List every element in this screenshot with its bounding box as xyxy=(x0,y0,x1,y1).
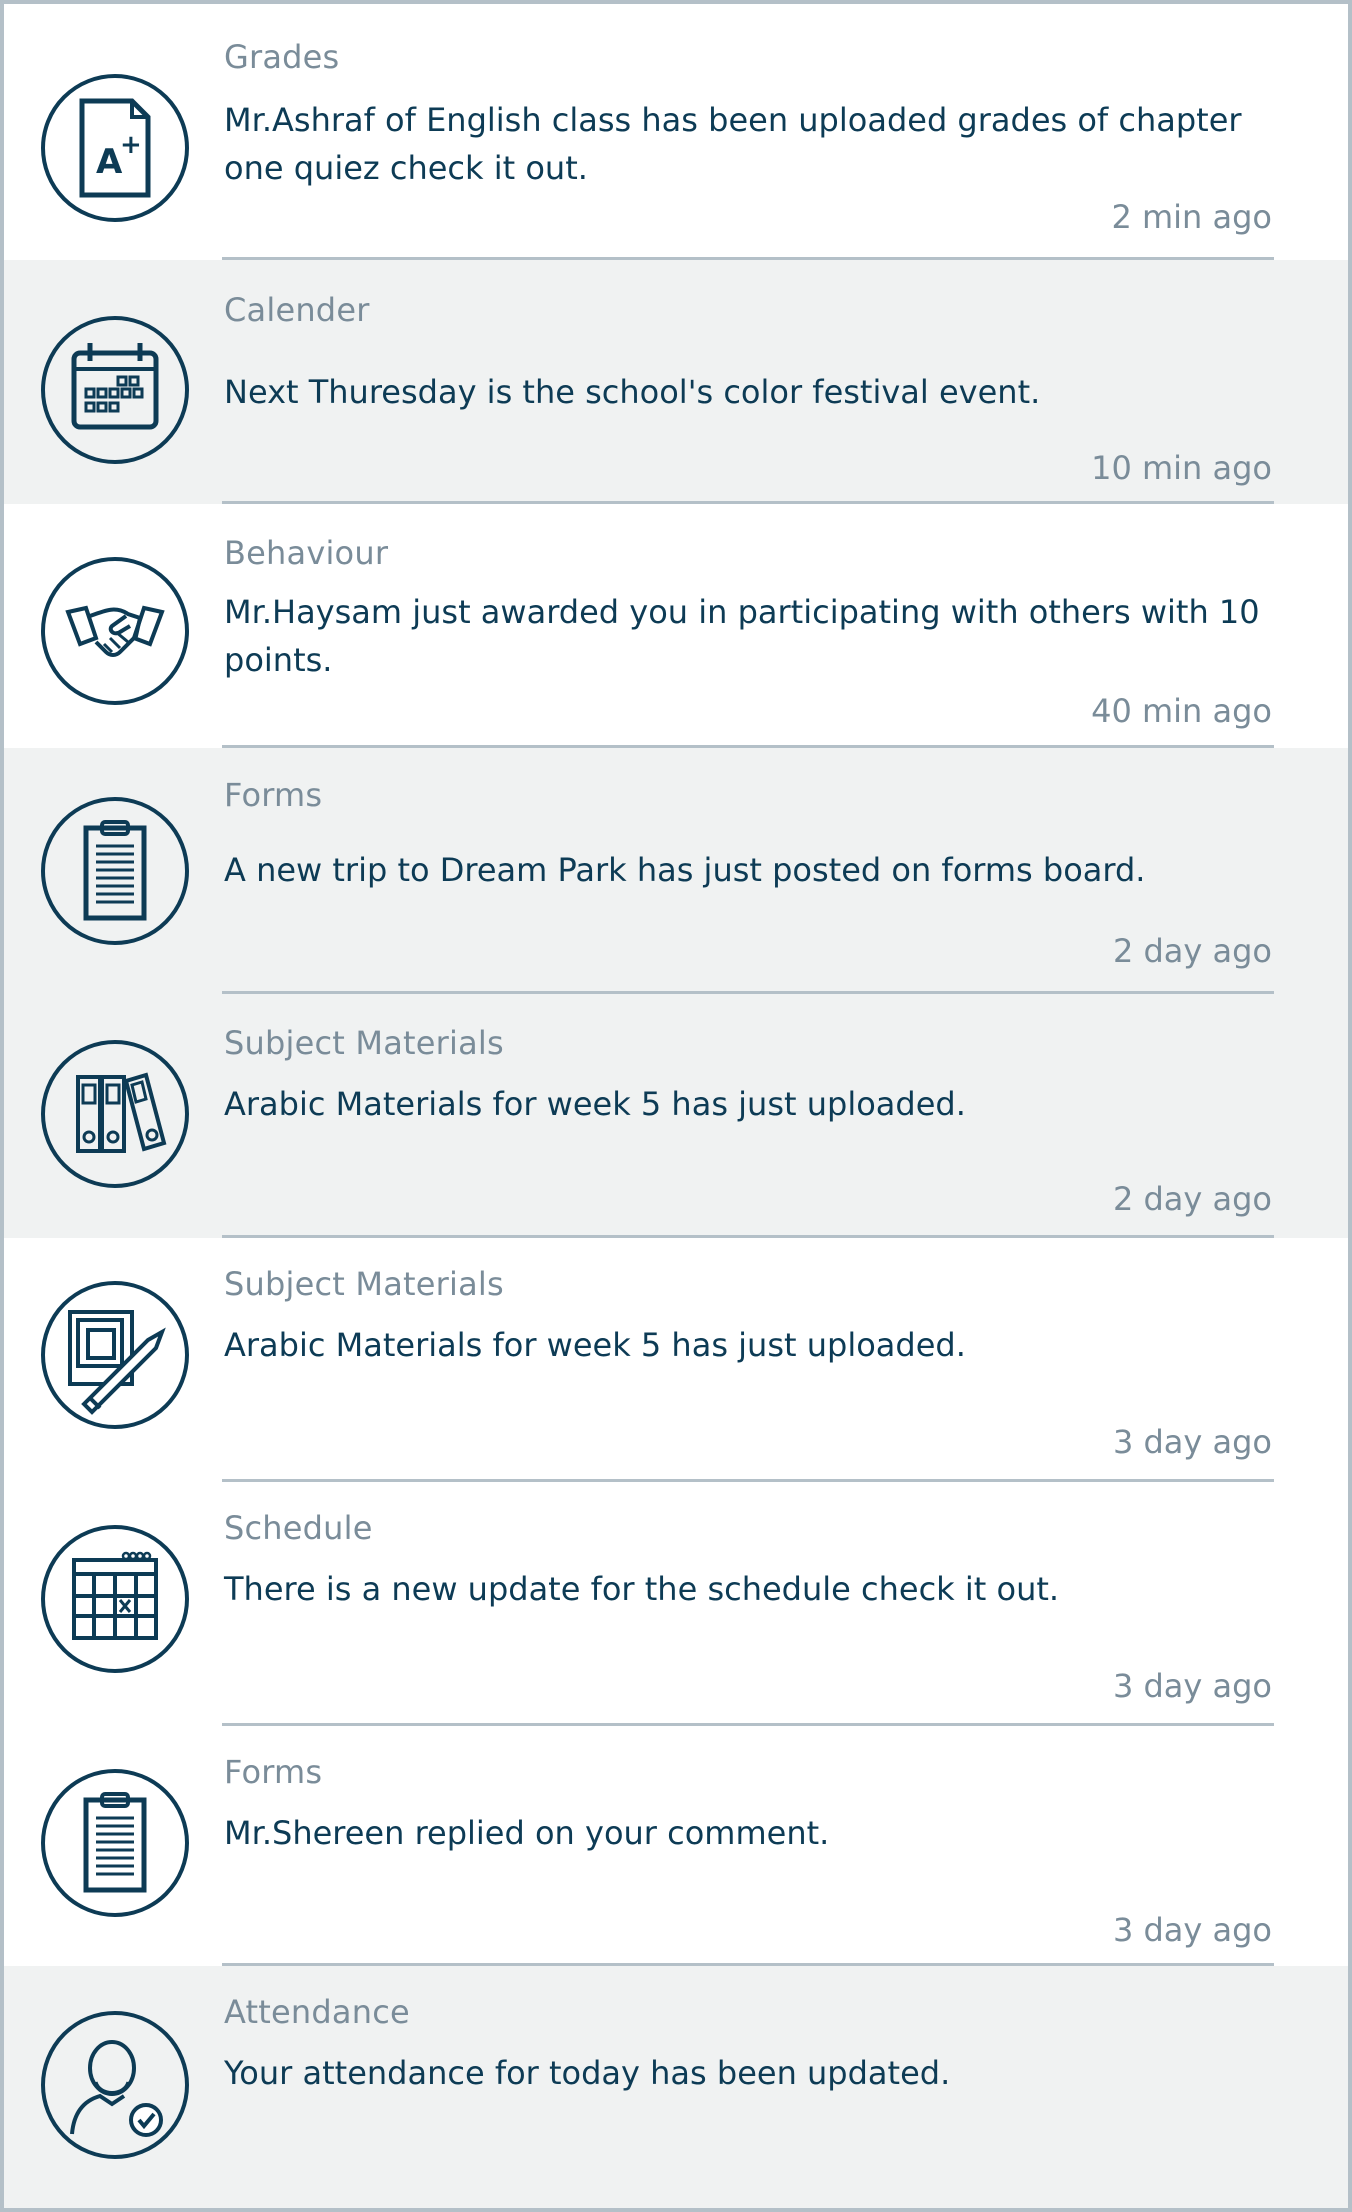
notification-message: Mr.Haysam just awarded you in participat… xyxy=(224,593,1260,679)
user-check-icon xyxy=(40,2010,190,2160)
notification-category: Forms xyxy=(224,1753,323,1791)
svg-text:+: + xyxy=(120,130,142,160)
notification-message: There is a new update for the schedule c… xyxy=(224,1570,1060,1608)
notification-item[interactable]: Schedule There is a new update for the s… xyxy=(4,1482,1348,1726)
calendar-icon xyxy=(40,315,190,465)
notification-time: 2 day ago xyxy=(1112,932,1272,970)
notification-category: Subject Materials xyxy=(224,1024,504,1062)
notification-time: 10 min ago xyxy=(1091,449,1272,487)
notification-item[interactable]: A + Grades Mr.Ashraf of English class ha… xyxy=(4,4,1348,260)
notification-time: 2 min ago xyxy=(1111,198,1272,236)
notification-message: Arabic Materials for week 5 has just upl… xyxy=(224,1085,966,1123)
binders-icon xyxy=(40,1039,190,1189)
notification-item[interactable]: Calender Next Thuresday is the school's … xyxy=(4,260,1348,504)
schedule-icon xyxy=(40,1524,190,1674)
notification-message: Arabic Materials for week 5 has just upl… xyxy=(224,1326,966,1364)
notification-item[interactable]: Subject Materials Arabic Materials for w… xyxy=(4,1238,1348,1482)
clipboard-icon xyxy=(40,796,190,946)
notification-item[interactable]: Forms Mr.Shereen replied on your comment… xyxy=(4,1726,1348,1966)
notification-message: Mr.Ashraf of English class has been uplo… xyxy=(224,101,1242,187)
notifications-list: A + Grades Mr.Ashraf of English class ha… xyxy=(0,0,1352,2212)
svg-text:A: A xyxy=(96,142,123,182)
clipboard-icon xyxy=(40,1768,190,1918)
notification-time: 3 day ago xyxy=(1112,1667,1272,1705)
books-pencil-icon xyxy=(40,1280,190,1430)
notification-time: 3 day ago xyxy=(1112,1423,1272,1461)
notification-category: Schedule xyxy=(224,1509,373,1547)
notification-item[interactable]: Forms A new trip to Dream Park has just … xyxy=(4,748,1348,994)
notification-category: Subject Materials xyxy=(224,1265,504,1303)
handshake-icon xyxy=(40,556,190,706)
notification-category: Behaviour xyxy=(224,534,389,572)
notification-category: Calender xyxy=(224,291,370,329)
notification-time: 3 day ago xyxy=(1112,1911,1272,1949)
notification-category: Attendance xyxy=(224,1993,410,2031)
notification-message: A new trip to Dream Park has just posted… xyxy=(224,851,1146,889)
notification-category: Forms xyxy=(224,776,323,814)
notification-item[interactable]: Behaviour Mr.Haysam just awarded you in … xyxy=(4,504,1348,748)
notification-item[interactable]: Attendance Your attendance for today has… xyxy=(4,1966,1348,2208)
notification-message: Next Thuresday is the school's color fes… xyxy=(224,373,1041,411)
notification-message: Your attendance for today has been updat… xyxy=(224,2054,951,2092)
grade-a-plus-icon: A + xyxy=(40,73,190,223)
notification-category: Grades xyxy=(224,38,340,76)
notification-time: 40 min ago xyxy=(1091,692,1272,730)
notification-item[interactable]: Subject Materials Arabic Materials for w… xyxy=(4,994,1348,1238)
notification-time: 2 day ago xyxy=(1112,1180,1272,1218)
notification-message: Mr.Shereen replied on your comment. xyxy=(224,1814,830,1852)
